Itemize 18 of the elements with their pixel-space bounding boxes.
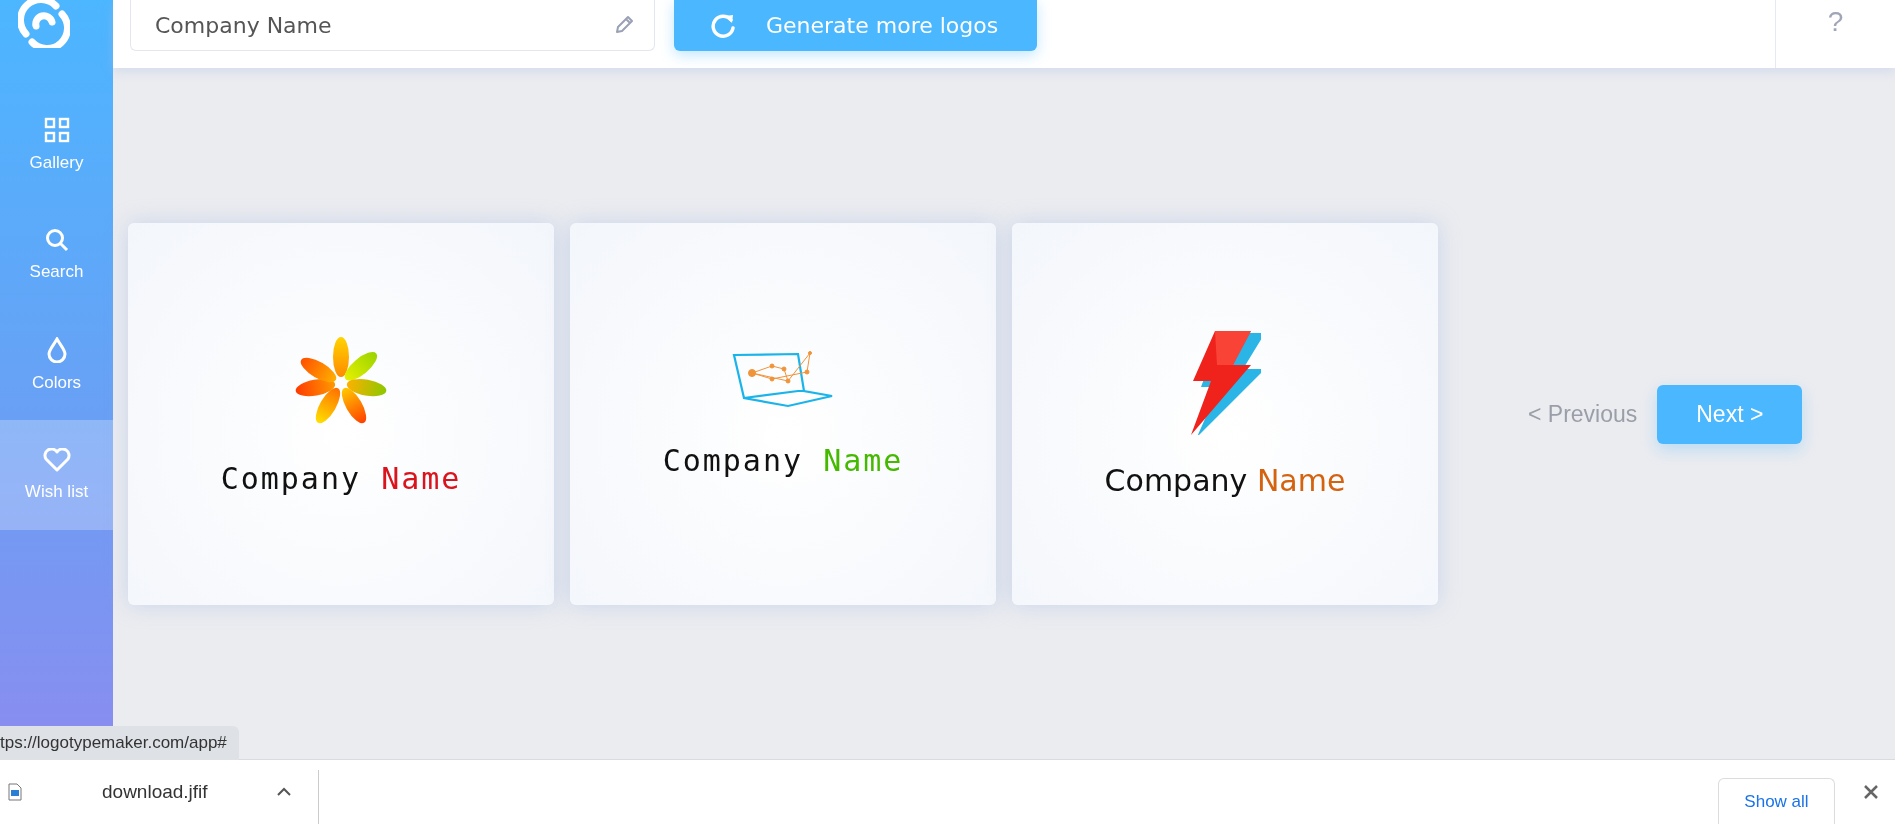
logo-card[interactable]: Company Name (128, 223, 554, 605)
generate-button[interactable]: Generate more logos (674, 0, 1037, 51)
next-button[interactable]: Next > (1657, 385, 1803, 444)
logo-card[interactable]: Company Name (1012, 223, 1438, 605)
status-url-tooltip: tps://logotypemaker.com/app# (0, 726, 239, 760)
logo-text: Company Name (220, 460, 462, 496)
previous-link[interactable]: < Previous (1528, 401, 1638, 428)
sidebar-item[interactable]: Wish list (0, 420, 113, 530)
download-file-name[interactable]: download.jfif (102, 781, 208, 803)
sidebar-item[interactable]: Search (0, 200, 113, 310)
sidebar-item[interactable]: Colors (0, 310, 113, 420)
company-name-field[interactable]: Company Name (130, 0, 655, 51)
logo-text: Company Name (1104, 462, 1346, 498)
logo-text: Company Name (662, 442, 904, 478)
help-button[interactable]: ? (1827, 6, 1844, 68)
logo-card[interactable]: Company Name (570, 223, 996, 605)
sidebar-item[interactable]: Gallery (0, 90, 113, 200)
show-all-button[interactable]: Show all (1718, 778, 1835, 824)
